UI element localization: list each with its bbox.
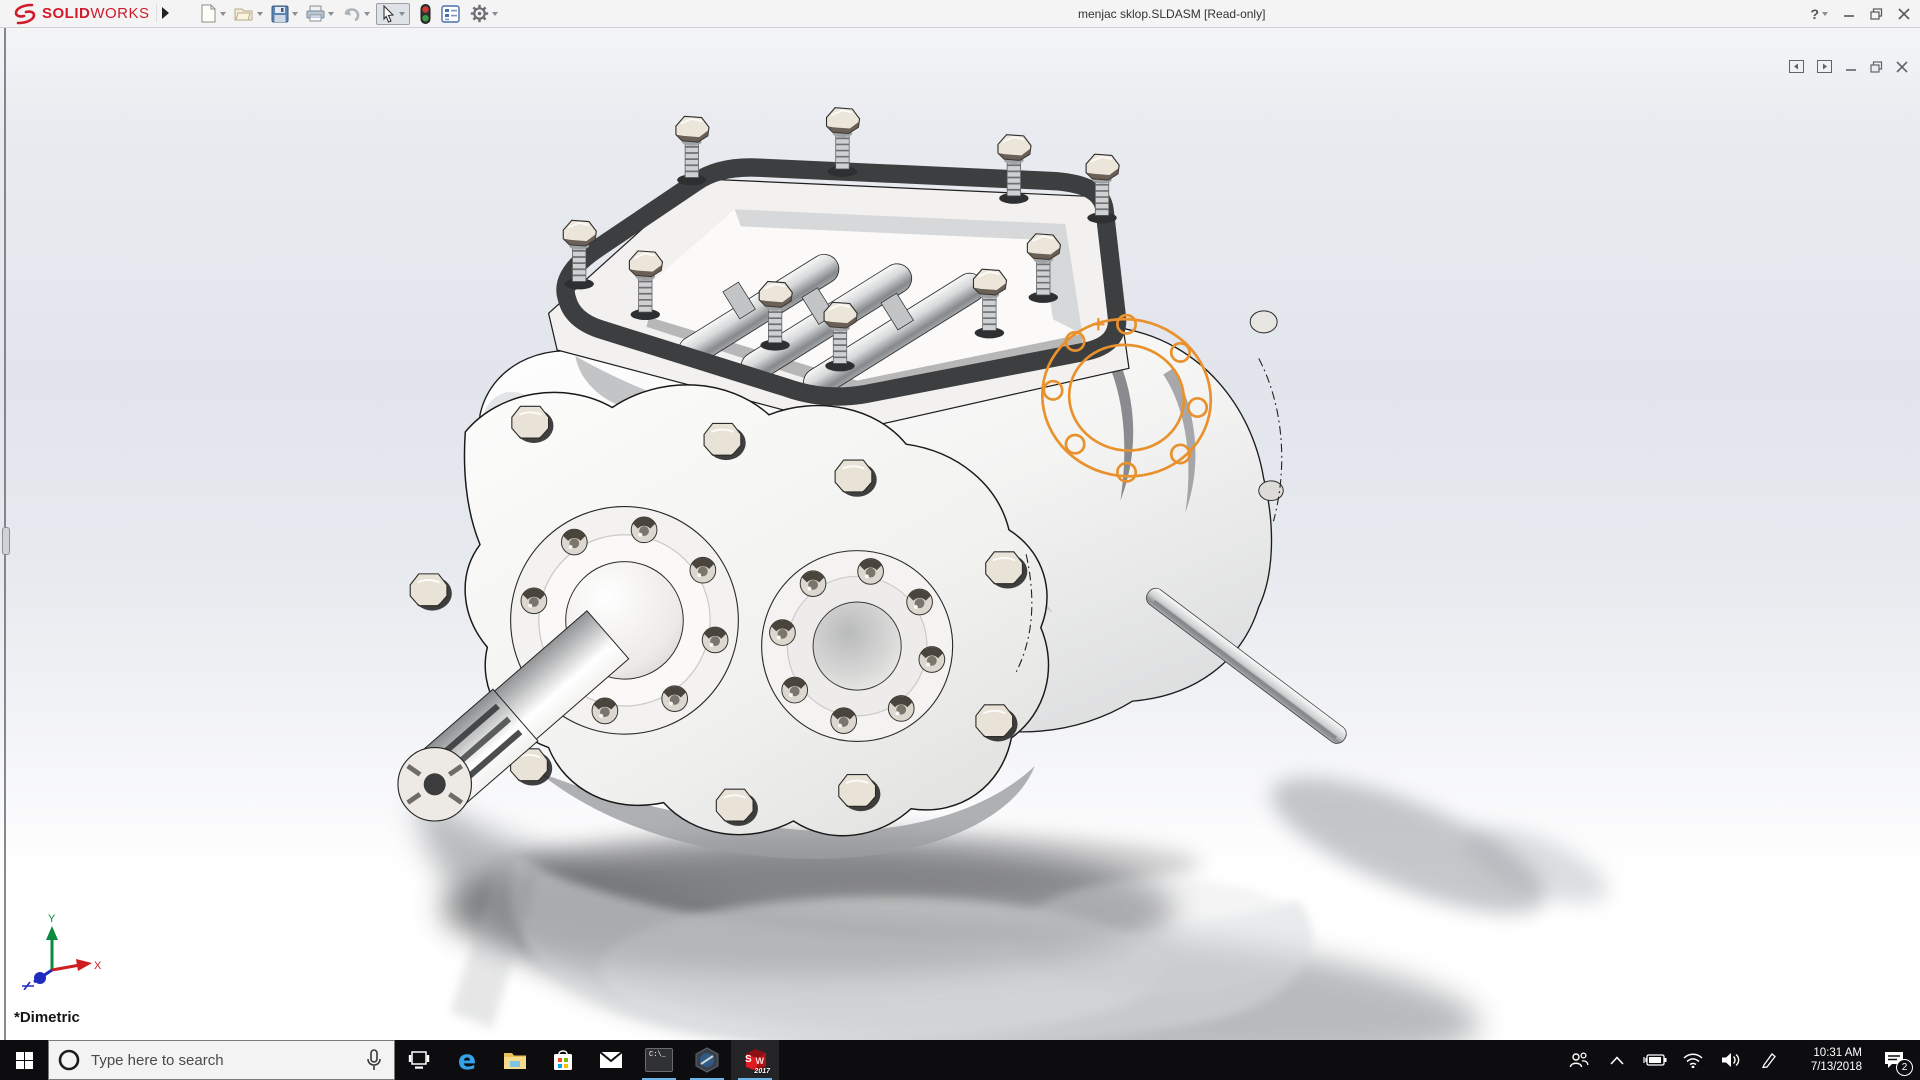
display-settings-icon	[441, 4, 460, 23]
options-button[interactable]	[468, 3, 500, 24]
clock-time: 10:31 AM	[1813, 1047, 1862, 1059]
taskbar-edge[interactable]: e	[443, 1040, 491, 1080]
taskbar-edrawings[interactable]	[683, 1040, 731, 1080]
show-right-pane-icon[interactable]	[1817, 60, 1832, 73]
volume-icon[interactable]	[1716, 1040, 1746, 1080]
new-document-button[interactable]	[198, 3, 228, 24]
command-prompt-icon: C:\_	[649, 1051, 666, 1059]
save-button[interactable]	[269, 4, 300, 24]
new-document-icon	[201, 4, 216, 23]
clock-date: 7/13/2018	[1810, 1061, 1862, 1073]
triad-x-label: X	[94, 960, 102, 972]
taskbar-task-view[interactable]	[395, 1040, 443, 1080]
print-button[interactable]	[304, 4, 336, 23]
options-gear-icon	[470, 4, 489, 23]
output-bearing-flange[interactable]	[761, 550, 954, 743]
mail-icon	[599, 1051, 623, 1068]
microphone-icon[interactable]	[366, 1049, 382, 1071]
edge-icon: e	[457, 1044, 477, 1076]
taskbar-mail[interactable]	[587, 1040, 635, 1080]
taskbar-search[interactable]: Type here to search	[48, 1040, 395, 1080]
gearbox-assembly-model[interactable]	[0, 27, 1920, 1040]
people-icon[interactable]	[1564, 1040, 1594, 1080]
triad-y-label: Y	[48, 913, 56, 925]
windows-logo-icon	[15, 1051, 33, 1069]
select-cursor-icon	[383, 4, 395, 23]
rebuild-stoplight-icon	[420, 3, 431, 24]
brand-text: SOLIDWORKS	[42, 5, 150, 22]
cortana-icon	[58, 1049, 80, 1071]
undo-icon	[344, 7, 360, 21]
battery-icon[interactable]	[1640, 1040, 1670, 1080]
pen-icon[interactable]	[1754, 1040, 1784, 1080]
window-title: menjac sklop.SLDASM [Read-only]	[1078, 7, 1266, 21]
view-orientation-label: *Dimetric	[14, 1009, 80, 1026]
store-icon	[554, 1050, 572, 1070]
titlebar: SOLIDWORKS menjac sklop.SLDASM [Read-onl…	[0, 0, 1920, 28]
close-button[interactable]	[1898, 7, 1910, 20]
windows-taskbar: Type here to search e C:\_ S W 2017 10:3…	[0, 1040, 1920, 1080]
help-button[interactable]: ?	[1810, 6, 1828, 22]
display-settings-button[interactable]	[439, 4, 462, 24]
select-tool-button[interactable]	[376, 2, 410, 25]
show-left-pane-icon[interactable]	[1789, 60, 1804, 73]
main-toolbar	[196, 1, 502, 26]
rebuild-stoplight-button[interactable]	[418, 3, 433, 25]
solidworks-2017-icon: S W 2017	[742, 1047, 770, 1075]
open-button[interactable]	[232, 4, 265, 23]
graphics-area[interactable]: Y X *Dimetric	[0, 27, 1920, 1040]
tray-chevron-up-icon[interactable]	[1602, 1040, 1632, 1080]
save-icon	[271, 5, 289, 22]
task-view-icon	[408, 1051, 430, 1069]
taskbar-file-explorer[interactable]	[491, 1040, 539, 1080]
taskbar-clock[interactable]: 10:31 AM 7/13/2018	[1792, 1046, 1866, 1074]
file-explorer-icon	[504, 1053, 526, 1069]
document-window-controls	[1789, 60, 1908, 73]
sw-letter-s: S	[745, 1054, 752, 1065]
print-icon	[306, 5, 325, 22]
wifi-icon[interactable]	[1678, 1040, 1708, 1080]
edrawings-hexagon-icon	[695, 1047, 719, 1073]
doc-minimize-button[interactable]	[1845, 61, 1857, 73]
search-placeholder: Type here to search	[91, 1051, 224, 1069]
minimize-button[interactable]	[1843, 8, 1855, 20]
doc-restore-button[interactable]	[1870, 60, 1883, 73]
taskbar-solidworks-2017[interactable]: S W 2017	[731, 1040, 779, 1080]
taskbar-store[interactable]	[539, 1040, 587, 1080]
restore-button[interactable]	[1870, 7, 1883, 20]
floor-reflection	[450, 832, 1312, 1040]
taskbar-command-prompt[interactable]: C:\_	[635, 1040, 683, 1080]
sw-letter-w: W	[755, 1056, 765, 1066]
sw-year: 2017	[754, 1068, 770, 1075]
action-center-button[interactable]: 2	[1874, 1040, 1914, 1080]
system-tray: 10:31 AM 7/13/2018 2	[1564, 1040, 1920, 1080]
orientation-triad[interactable]: Y X	[10, 912, 102, 990]
doc-close-button[interactable]	[1896, 60, 1908, 73]
notification-badge: 2	[1896, 1059, 1913, 1076]
solidworks-logo: SOLIDWORKS	[12, 2, 150, 25]
start-button[interactable]	[0, 1040, 48, 1080]
solidworks-mark-icon	[14, 3, 36, 24]
open-folder-icon	[234, 8, 253, 21]
toolbar-flyout-arrow[interactable]	[156, 4, 173, 22]
undo-button[interactable]	[340, 5, 372, 23]
